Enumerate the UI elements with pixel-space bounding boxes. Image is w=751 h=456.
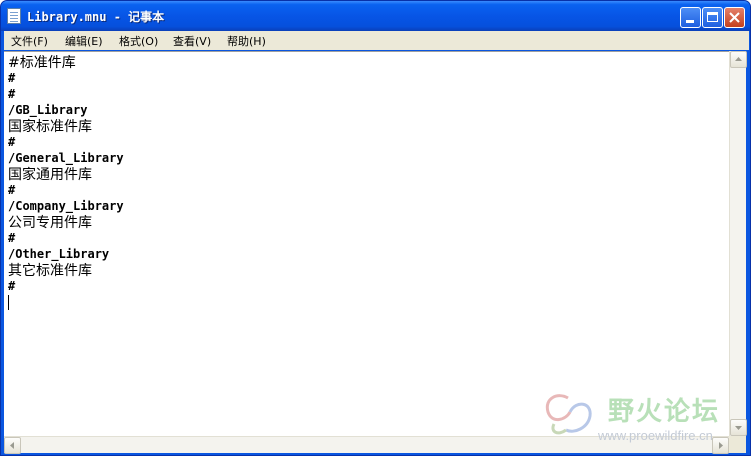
notepad-icon[interactable] (7, 8, 21, 24)
title-bar[interactable]: Library.mnu - 记事本 (1, 1, 750, 31)
notepad-window: Library.mnu - 记事本 文件(F) 编辑(E) 格式(O) 查看(V… (0, 0, 751, 456)
text-line: 其它标准件库 (8, 263, 92, 279)
text-editor[interactable]: #标准件库 # #/GB_Library 国家标准件库 #/General_Librar… (4, 51, 729, 436)
minimize-icon (686, 20, 694, 23)
text-line: # (8, 231, 16, 245)
menu-help[interactable]: 帮助(H) (227, 33, 266, 49)
horizontal-scrollbar[interactable] (4, 436, 729, 454)
text-line: # (8, 71, 16, 85)
minimize-button[interactable] (680, 7, 701, 28)
menu-file[interactable]: 文件(F) (11, 33, 48, 49)
text-line: # (8, 183, 16, 197)
text-line: # (8, 87, 16, 101)
text-line: /General_Library (8, 151, 124, 165)
text-line: /GB_Library (8, 103, 88, 117)
text-line: # (8, 135, 16, 149)
text-line: 国家标准件库 (8, 119, 92, 135)
editor-content[interactable]: #标准件库 # #/GB_Library 国家标准件库 #/General_Librar… (8, 54, 124, 310)
close-button[interactable] (724, 7, 745, 28)
maximize-button[interactable] (702, 7, 723, 28)
maximize-icon (707, 12, 718, 22)
arrow-left-icon (10, 442, 14, 449)
text-caret (8, 295, 9, 310)
text-line: /Other_Library (8, 247, 110, 261)
window-title: Library.mnu - 记事本 (27, 10, 165, 24)
scroll-down-button[interactable] (730, 419, 747, 436)
vertical-scrollbar[interactable] (729, 51, 747, 436)
menu-edit[interactable]: 编辑(E) (65, 33, 103, 49)
scroll-right-button[interactable] (712, 437, 729, 454)
arrow-down-icon (735, 426, 742, 430)
menu-view[interactable]: 查看(V) (173, 33, 211, 49)
text-line: # (8, 279, 16, 293)
text-line: #标准件库 (8, 55, 76, 71)
scroll-up-button[interactable] (730, 51, 747, 68)
text-line: /Company_Library (8, 199, 124, 213)
menu-bar: 文件(F) 编辑(E) 格式(O) 查看(V) 帮助(H) (4, 31, 749, 50)
arrow-right-icon (719, 442, 723, 449)
scroll-left-button[interactable] (4, 437, 21, 454)
text-line: 公司专用件库 (8, 215, 92, 231)
close-icon (729, 12, 740, 23)
size-grip[interactable] (729, 436, 746, 453)
arrow-up-icon (735, 57, 742, 61)
text-line: 国家通用件库 (8, 167, 92, 183)
menu-format[interactable]: 格式(O) (119, 33, 158, 49)
